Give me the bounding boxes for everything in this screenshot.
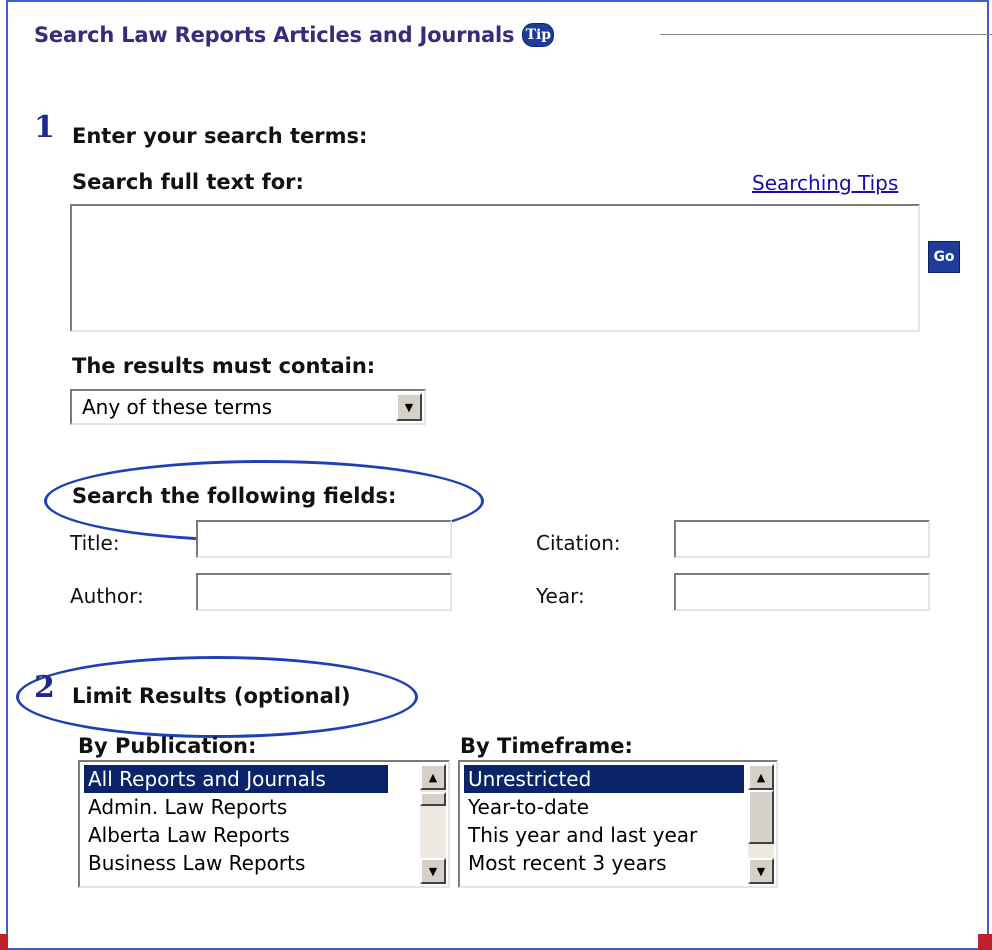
bottom-red-strip-left [0,934,8,950]
contain-select[interactable]: Any of these terms ▼ [70,389,426,425]
citation-input[interactable] [674,520,930,558]
year-label: Year: [536,584,585,608]
scroll-down-icon[interactable]: ▼ [420,858,446,884]
timeframe-option[interactable]: Most recent 3 years [464,849,667,877]
fulltext-label: Search full text for: [72,170,304,194]
scroll-thumb[interactable] [748,790,774,844]
step-1-heading: Enter your search terms: [72,124,368,148]
tip-icon[interactable]: Tip [522,23,555,47]
contain-label: The results must contain: [72,354,376,378]
contain-selected-value: Any of these terms [82,395,273,419]
step-1-number: 1 [34,110,55,145]
searching-tips-link[interactable]: Searching Tips [752,171,898,195]
timeframe-option[interactable]: Year-to-date [464,793,589,821]
fulltext-input[interactable] [70,204,920,332]
scroll-down-icon[interactable]: ▼ [748,858,774,884]
timeframe-option[interactable]: This year and last year [464,821,697,849]
bottom-red-strip-right [978,934,992,950]
go-button[interactable]: Go [928,241,960,273]
publication-option[interactable]: Alberta Law Reports [84,821,290,849]
timeframe-option[interactable]: Unrestricted [464,765,744,793]
publication-option[interactable]: All Reports and Journals [84,765,388,793]
scroll-up-icon[interactable]: ▲ [748,764,774,790]
publication-option[interactable]: Admin. Law Reports [84,793,287,821]
author-input[interactable] [196,573,452,611]
publication-label: By Publication: [78,734,257,758]
title-label: Title: [70,531,120,555]
timeframe-label: By Timeframe: [460,734,633,758]
fields-heading: Search the following fields: [72,484,397,508]
citation-label: Citation: [536,531,621,555]
author-label: Author: [70,584,144,608]
scroll-up-icon[interactable]: ▲ [420,764,446,790]
chevron-down-icon[interactable]: ▼ [396,393,422,421]
publication-listbox[interactable]: All Reports and Journals Admin. Law Repo… [78,760,450,888]
title-input[interactable] [196,520,452,558]
step-2-heading: Limit Results (optional) [72,684,351,708]
year-input[interactable] [674,573,930,611]
timeframe-scrollbar[interactable]: ▲ ▼ [748,764,774,884]
timeframe-listbox[interactable]: Unrestricted Year-to-date This year and … [458,760,778,888]
legend-divider [660,34,992,35]
publication-option[interactable]: Business Law Reports [84,849,305,877]
scroll-thumb[interactable] [420,792,446,806]
panel-legend: Search Law Reports Articles and Journals… [34,22,561,48]
publication-scrollbar[interactable]: ▲ ▼ [420,764,446,884]
step-2-number: 2 [34,670,55,705]
panel-title: Search Law Reports Articles and Journals [34,23,515,47]
